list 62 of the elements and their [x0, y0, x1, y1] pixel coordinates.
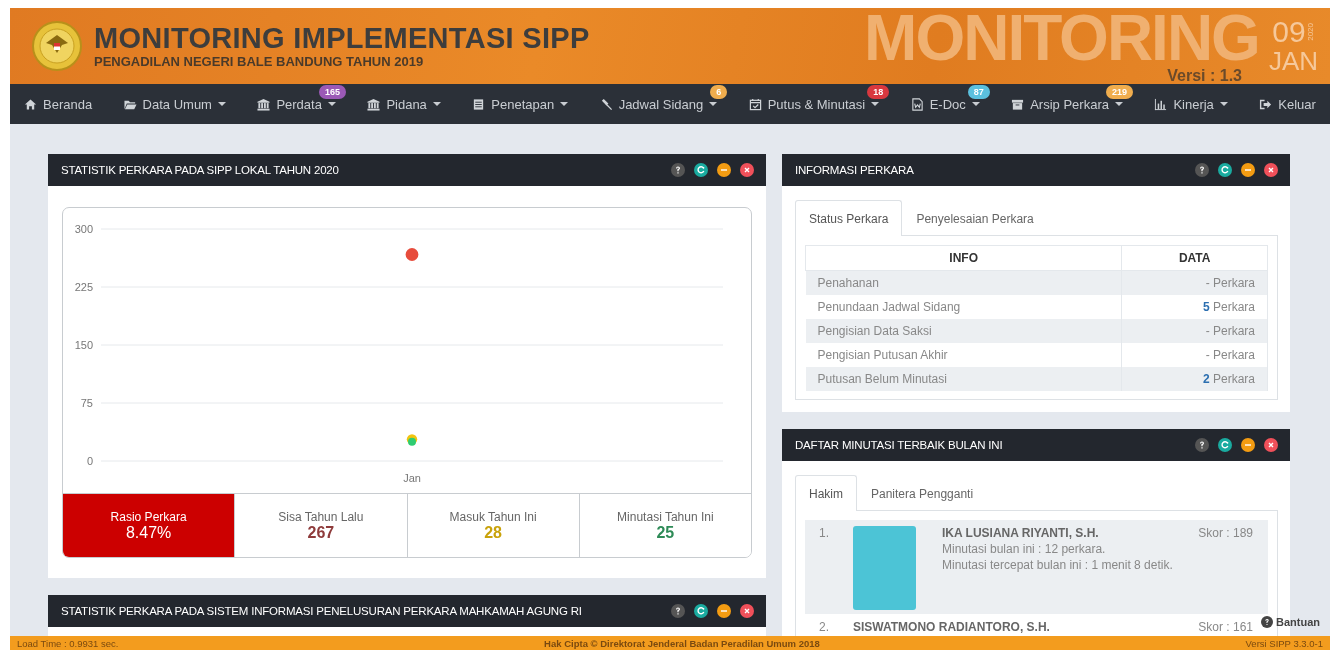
panel-title: STATISTIK PERKARA PADA SISTEM INFORMASI PENELUSURAN PERKARA MAHKAMAH AGUNG RI	[61, 605, 582, 617]
app-title: MONITORING IMPLEMENTASI SIPP	[94, 22, 590, 54]
stat-value: 267	[307, 523, 335, 542]
column-header: DATA	[1121, 245, 1268, 271]
panel-title: STATISTIK PERKARA PADA SIPP LOKAL TAHUN 2020	[61, 164, 339, 176]
help-link[interactable]: Bantuan	[1261, 616, 1320, 628]
axis-tick-label: 150	[74, 339, 93, 351]
table-cell: - Perkara	[1121, 319, 1268, 343]
count-badge: 18	[867, 84, 890, 99]
panel-title: INFORMASI PERKARA	[795, 164, 914, 176]
stat-label: Masuk Tahun Ini	[449, 509, 537, 524]
rank-number: 1.	[819, 526, 830, 540]
nav-menu-item[interactable]: Jadwal Sidang	[599, 96, 718, 112]
nav-menu-item[interactable]: Data Umum	[123, 96, 226, 112]
table-cell: Penahanan	[805, 270, 1122, 295]
count-badge: 87	[967, 84, 990, 99]
date-month: JAN	[1268, 47, 1318, 75]
person-name: SISWATMONO RADIANTORO, S.H.	[853, 620, 1051, 634]
date-day: 09	[1272, 17, 1306, 47]
stat-label: Sisa Tahun Lalu	[278, 509, 364, 524]
stat-value: 8.47%	[125, 523, 172, 542]
table-cell: - Perkara	[1121, 270, 1268, 295]
table-cell: Pengisian Data Saksi	[805, 319, 1122, 343]
axis-tick-label: 225	[74, 281, 93, 293]
version-text: Versi SIPP 3.3.0-1	[1245, 637, 1323, 649]
score-label: Skor : 189	[1198, 526, 1253, 540]
person-name: IKA LUSIANA RIYANTI, S.H.	[942, 526, 1100, 540]
rank-number: 2.	[819, 620, 830, 634]
panel-title: DAFTAR MINUTASI TERBAIK BULAN INI	[795, 439, 1003, 451]
tab[interactable]: Hakim	[795, 475, 857, 511]
axis-tick-label: 0	[86, 455, 93, 467]
tab[interactable]: Status Perkara	[795, 200, 903, 236]
axis-category-label: Jan	[403, 472, 421, 484]
axis-tick-label: 75	[80, 397, 93, 409]
table-cell: Putusan Belum Minutasi	[805, 367, 1122, 391]
copyright-text: Hak Cipta © Direktorat Jenderal Badan Peradilan Umum 2018	[544, 637, 820, 649]
stat-value: 28	[484, 523, 502, 542]
stat-label: Minutasi Tahun Ini	[617, 509, 714, 524]
date-year: 2020	[1305, 23, 1315, 41]
nav-menu-item[interactable]: Perdata	[257, 96, 336, 112]
person-detail: Minutasi bulan ini : 12 perkara.	[942, 542, 1107, 556]
stat-label: Rasio Perkara	[110, 509, 187, 524]
axis-tick-label: 300	[74, 223, 93, 235]
stat-value: 25	[656, 523, 675, 542]
court-subtitle: PENGADILAN NEGERI BALE BANDUNG TAHUN 2019	[94, 54, 425, 70]
count-badge: 165	[318, 84, 346, 99]
tab[interactable]: Panitera Pengganti	[857, 475, 988, 511]
score-label: Skor : 161	[1198, 620, 1253, 634]
load-time: Load Time : 0.9931 sec.	[17, 637, 119, 649]
nav-menu-item[interactable]: Pidana	[367, 96, 441, 112]
nav-menu-item[interactable]: Kinerja	[1154, 96, 1228, 112]
banner-word: MONITORING	[864, 10, 1259, 66]
count-badge: 6	[710, 84, 728, 99]
count-badge: 219	[1105, 84, 1133, 99]
nav-menu-item[interactable]: Beranda	[24, 96, 93, 112]
version-label: Versi : 1.3	[1167, 67, 1242, 84]
column-header: INFO	[805, 245, 1122, 271]
nav-menu-item[interactable]: Penetapan	[472, 96, 569, 112]
table-cell: 2 Perkara	[1121, 367, 1268, 391]
person-detail: Minutasi tercepat bulan ini : 1 menit 8 detik.	[942, 558, 1174, 572]
nav-menu-item[interactable]: Keluar	[1259, 96, 1316, 112]
tab[interactable]: Penyelesaian Perkara	[902, 200, 1048, 236]
